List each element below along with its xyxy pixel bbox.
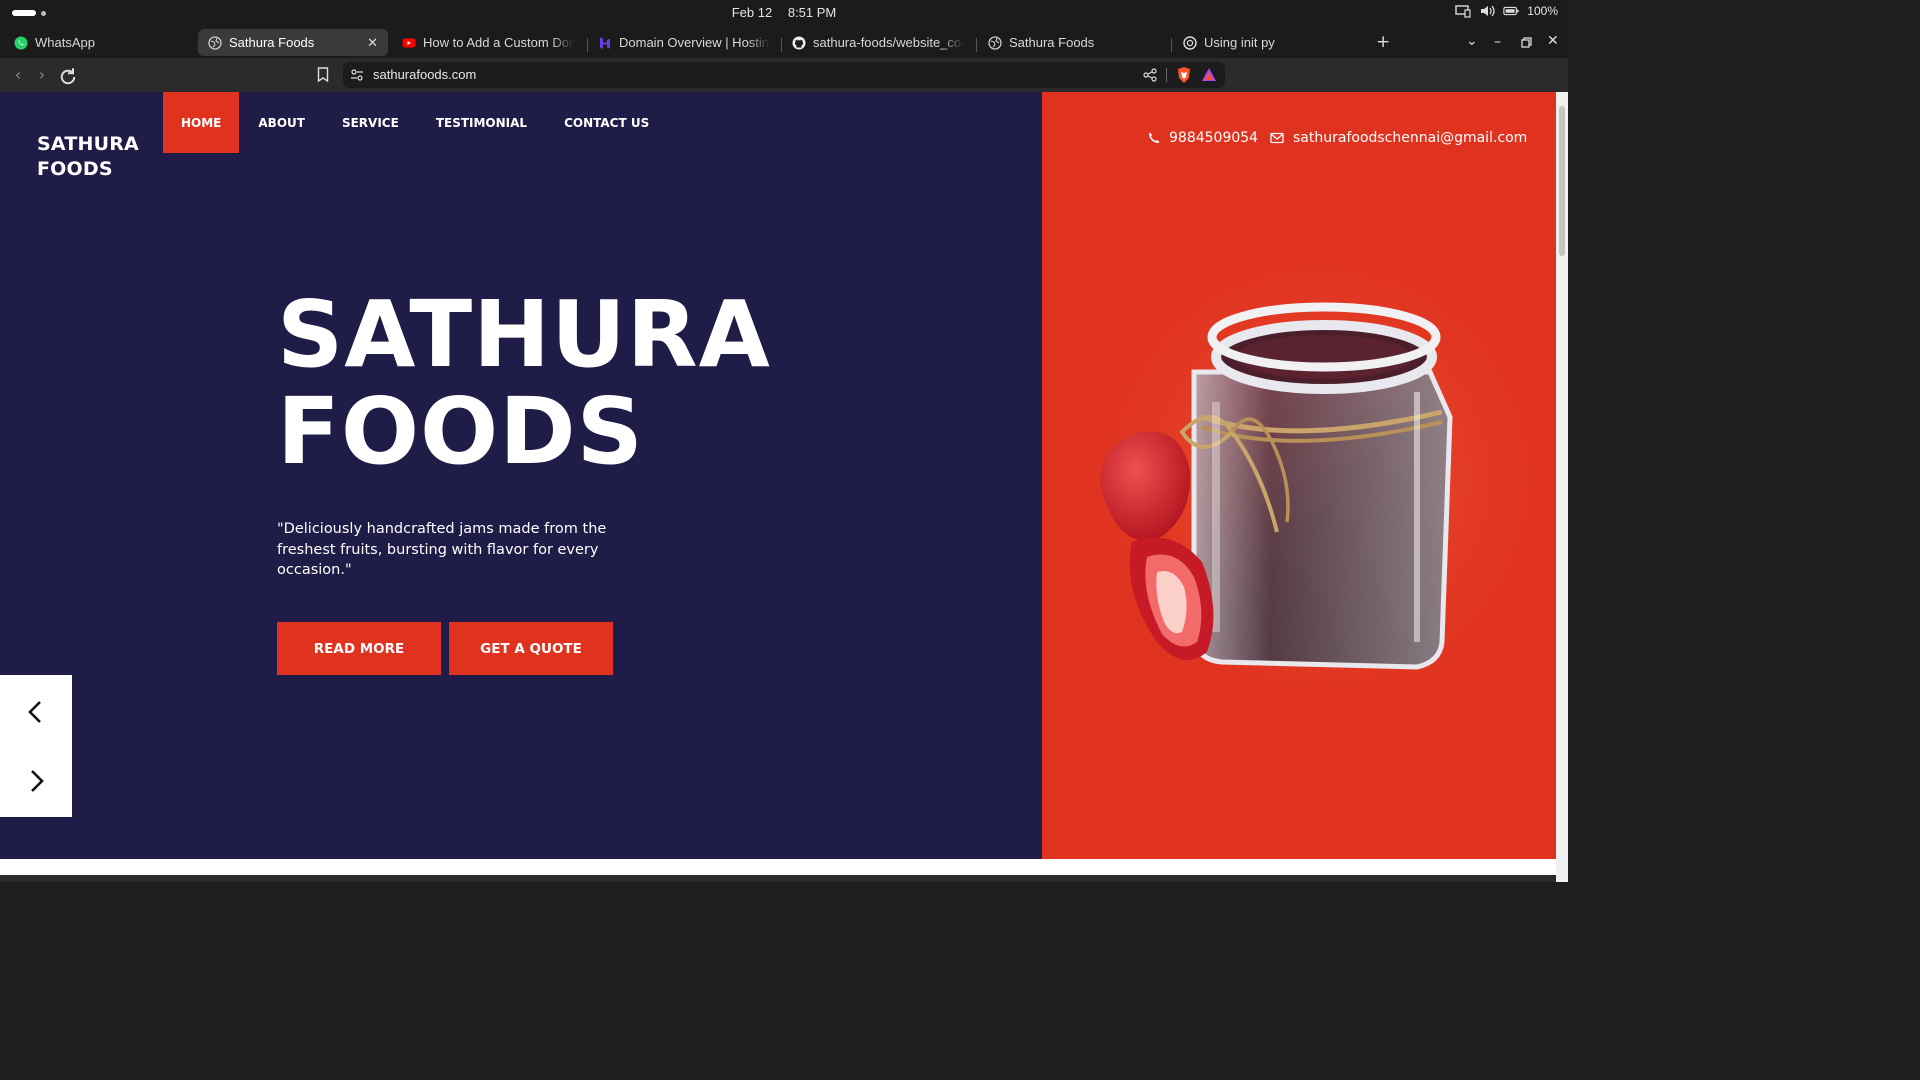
page-viewport: SATHURA FOODS HOME ABOUT SERVICE TESTIMO…: [0, 92, 1568, 882]
main-nav: HOME ABOUT SERVICE TESTIMONIAL CONTACT U…: [163, 92, 667, 153]
display-icon: [1455, 5, 1471, 18]
battery-percent: 100%: [1527, 4, 1558, 18]
site-logo[interactable]: SATHURA FOODS: [37, 132, 139, 182]
tab-youtube[interactable]: How to Add a Custom Doma: [392, 29, 584, 56]
youtube-icon: [402, 38, 416, 47]
site-info-icon[interactable]: [350, 68, 364, 82]
tab-title: Sathura Foods: [1009, 35, 1095, 50]
read-more-button[interactable]: READ MORE: [277, 622, 441, 675]
tab-github[interactable]: sathura-foods/website_code: [782, 29, 974, 56]
window-bottom-edge: [0, 875, 1568, 882]
tab-title: WhatsApp: [35, 35, 95, 50]
url-text[interactable]: sathurafoods.com: [373, 67, 476, 82]
os-top-bar: Feb 12 8:51 PM 100%: [0, 0, 1568, 26]
hero-title: SATHURA FOODS: [277, 286, 771, 480]
phone-icon: [1149, 132, 1160, 143]
scrollbar-thumb[interactable]: [1559, 106, 1565, 256]
os-time: 8:51 PM: [787, 5, 837, 20]
get-a-quote-button[interactable]: GET A QUOTE: [449, 622, 613, 675]
close-tab-icon[interactable]: ✕: [367, 35, 378, 51]
globe-icon: [208, 35, 222, 50]
nav-item-service[interactable]: SERVICE: [324, 92, 417, 153]
nav-item-home[interactable]: HOME: [163, 92, 240, 153]
whatsapp-icon: [14, 36, 28, 49]
reload-icon[interactable]: [58, 67, 78, 87]
logo-line-1: SATHURA: [37, 133, 139, 155]
tab-title: sathura-foods/website_code: [813, 35, 964, 50]
volume-icon: [1481, 5, 1495, 17]
system-tray[interactable]: 100%: [1455, 4, 1558, 18]
back-icon[interactable]: ‹: [8, 65, 28, 85]
minimize-icon[interactable]: –: [1494, 34, 1501, 50]
forward-icon[interactable]: ›: [32, 65, 52, 85]
envelope-icon: [1270, 132, 1284, 144]
battery-icon: [1503, 6, 1519, 16]
tab-strip: WhatsApp Sathura Foods ✕ How to Add a Cu…: [0, 26, 1568, 58]
openai-icon: [1183, 35, 1197, 50]
bookmark-icon[interactable]: [317, 67, 329, 82]
tab-title: Using init py: [1204, 35, 1275, 50]
page-scrollbar[interactable]: [1556, 92, 1568, 882]
carousel-controls: [0, 675, 72, 817]
restore-icon[interactable]: [1521, 37, 1532, 48]
tab-chatgpt[interactable]: Using init py: [1173, 29, 1365, 56]
close-window-icon[interactable]: ✕: [1547, 33, 1559, 49]
nav-item-testimonial[interactable]: TESTIMONIAL: [418, 92, 545, 153]
github-icon: [792, 36, 806, 49]
address-bar[interactable]: sathurafoods.com: [343, 62, 1225, 88]
strawberry-jam-jar-image: [1062, 242, 1532, 712]
os-clock[interactable]: Feb 12 8:51 PM: [0, 5, 1568, 20]
tab-list-chevron-down-icon[interactable]: ⌄: [1466, 33, 1478, 49]
tab-sathura-foods-2[interactable]: Sathura Foods: [978, 29, 1170, 56]
tab-separator: [976, 38, 977, 52]
os-date: Feb 12: [731, 5, 773, 20]
tab-title: How to Add a Custom Doma: [423, 35, 574, 50]
nav-item-about[interactable]: ABOUT: [240, 92, 323, 153]
new-tab-icon[interactable]: +: [1376, 32, 1390, 52]
globe-icon: [988, 35, 1002, 50]
carousel-prev-chevron-left-icon[interactable]: [22, 698, 50, 726]
hostinger-icon: [600, 36, 610, 49]
phone-contact[interactable]: 9884509054: [1148, 130, 1258, 146]
browser-toolbar: ‹ › sathurafoods.com: [0, 58, 1568, 92]
nav-item-contact-us[interactable]: CONTACT US: [546, 92, 667, 153]
email-address: sathurafoodschennai@gmail.com: [1293, 130, 1528, 146]
hero-title-line-2: FOODS: [277, 378, 644, 485]
tab-title: Sathura Foods: [229, 35, 315, 50]
tab-whatsapp[interactable]: WhatsApp: [4, 29, 194, 56]
tab-sathura-foods-active[interactable]: Sathura Foods ✕: [198, 29, 388, 56]
email-contact[interactable]: sathurafoodschennai@gmail.com: [1270, 130, 1527, 146]
omnibox-divider: [1166, 68, 1167, 82]
phone-number: 9884509054: [1169, 130, 1259, 146]
share-icon[interactable]: [1143, 68, 1157, 82]
brave-shields-icon[interactable]: [1176, 66, 1192, 84]
hero-title-line-1: SATHURA: [277, 281, 771, 388]
logo-line-2: FOODS: [37, 158, 113, 180]
hero-tagline: "Deliciously handcrafted jams made from …: [277, 521, 607, 578]
tab-title: Domain Overview | Hostinge: [619, 35, 770, 50]
tab-hostinger[interactable]: Domain Overview | Hostinge: [588, 29, 780, 56]
carousel-next-chevron-right-icon[interactable]: [22, 767, 50, 795]
brave-rewards-icon[interactable]: [1201, 67, 1217, 83]
tab-separator: [1171, 38, 1172, 52]
hero-left-panel: SATHURA FOODS HOME ABOUT SERVICE TESTIMO…: [0, 92, 1042, 859]
